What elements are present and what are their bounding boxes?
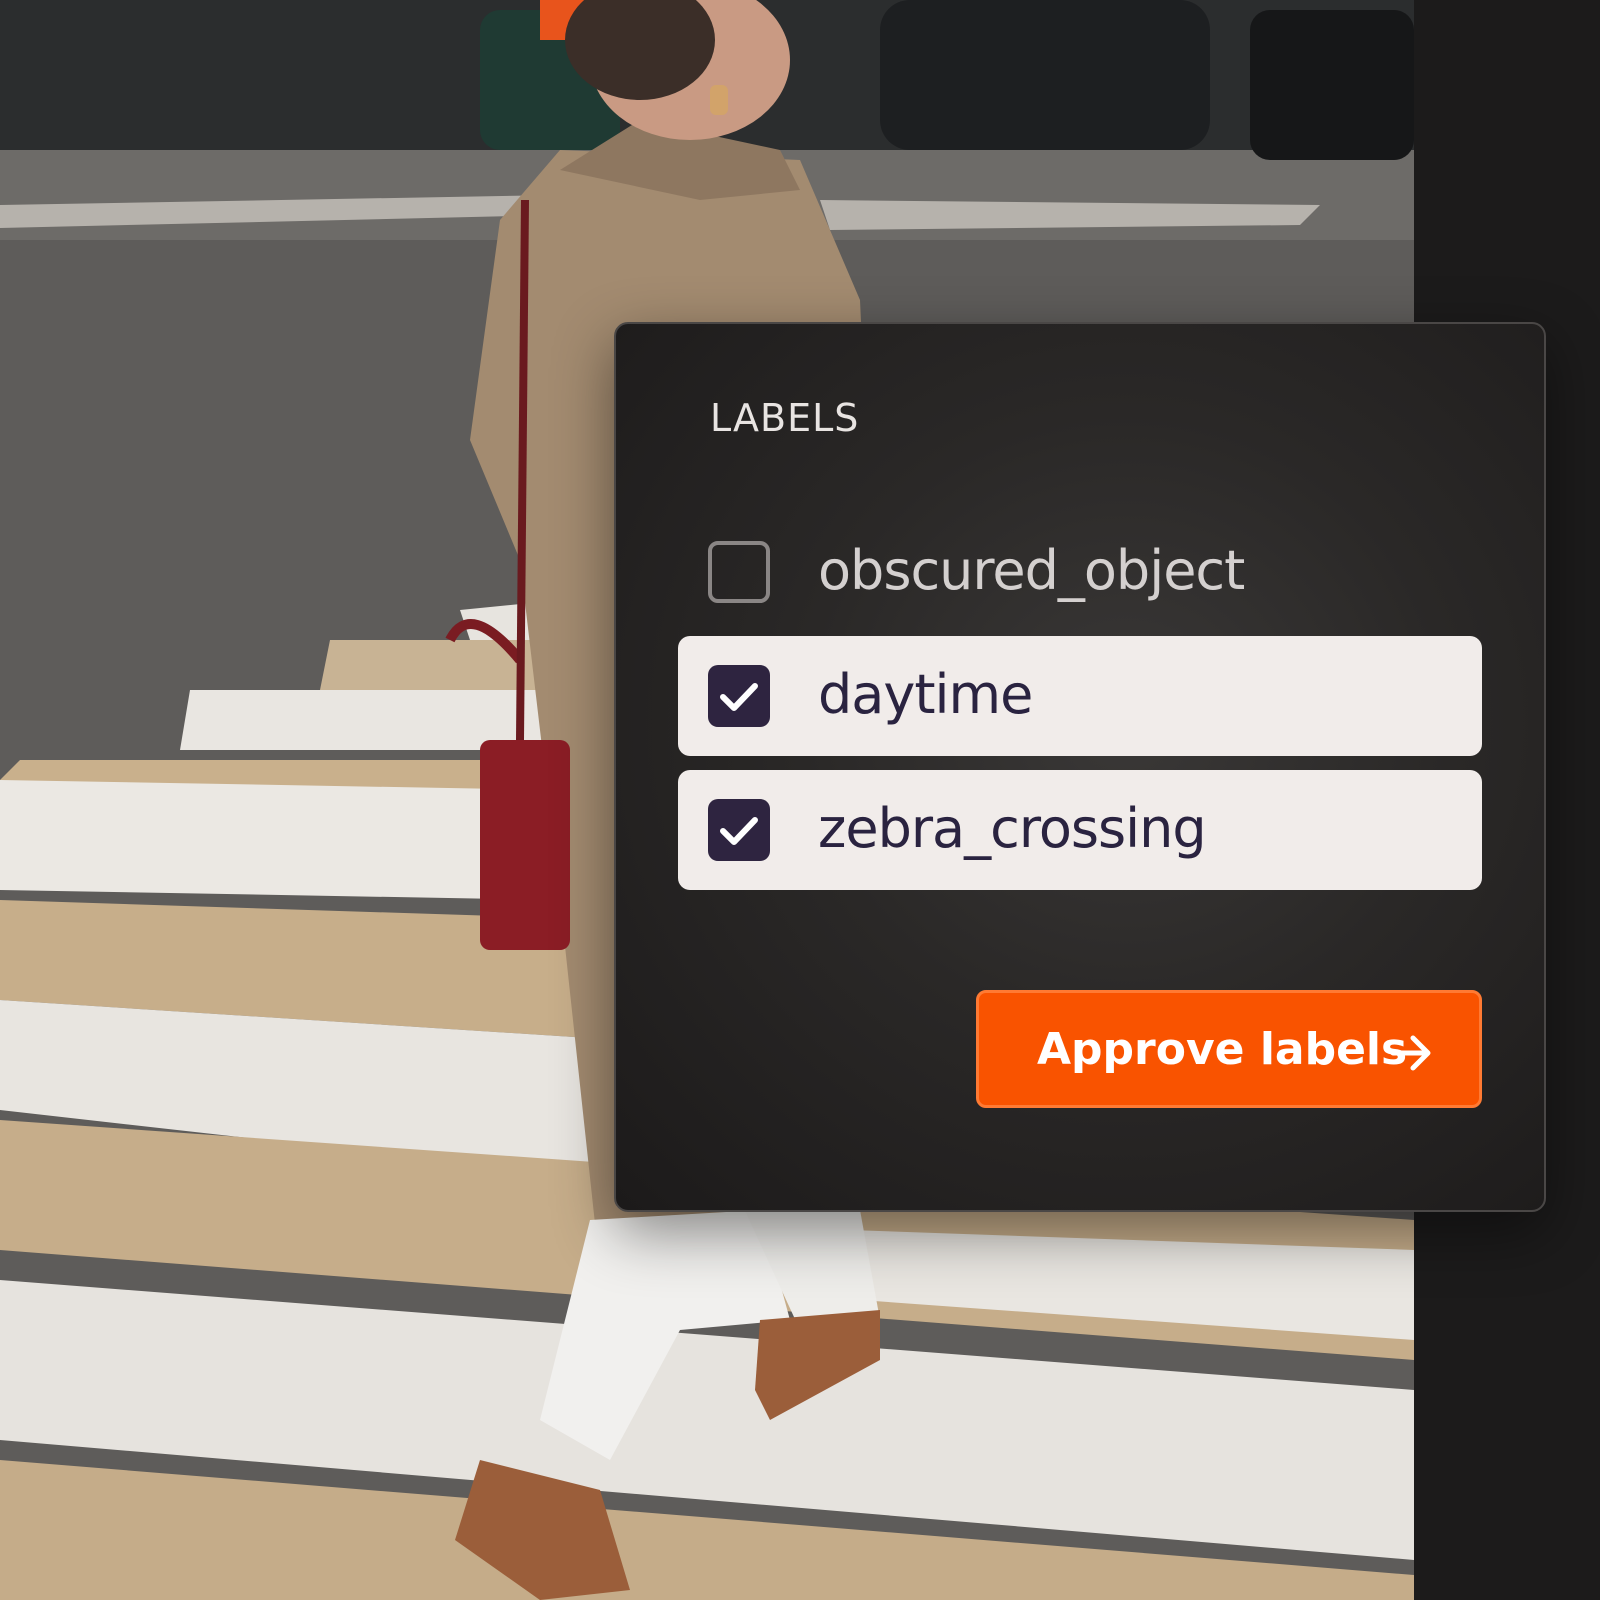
label-row-daytime[interactable]: daytime: [678, 636, 1482, 756]
label-name: obscured_object: [818, 539, 1245, 602]
labeling-screen: LABELS obscured_object daytime zebra_cro…: [0, 0, 1600, 1600]
panel-title: LABELS: [710, 396, 860, 440]
checkbox-unchecked[interactable]: [708, 541, 770, 603]
label-row-obscured-object[interactable]: obscured_object: [678, 512, 1482, 632]
label-name: daytime: [818, 663, 1033, 726]
arrow-right-icon: [1390, 1035, 1431, 1071]
checkmark-icon: [720, 817, 758, 845]
checkmark-icon: [720, 683, 758, 711]
checkbox-checked[interactable]: [708, 799, 770, 861]
labels-panel: LABELS obscured_object daytime zebra_cro…: [614, 322, 1546, 1212]
checkbox-checked[interactable]: [708, 665, 770, 727]
approve-labels-label: Approve labels: [1037, 1024, 1408, 1075]
label-name: zebra_crossing: [818, 797, 1207, 860]
approve-labels-button[interactable]: Approve labels: [976, 990, 1482, 1108]
label-row-zebra-crossing[interactable]: zebra_crossing: [678, 770, 1482, 890]
